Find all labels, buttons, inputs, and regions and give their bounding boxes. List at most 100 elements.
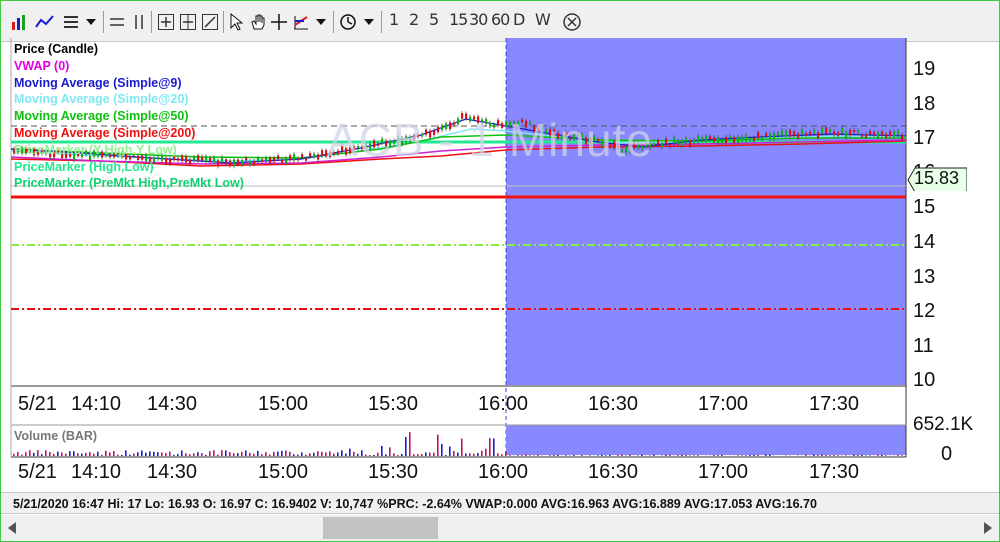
afterhours-shade-price (506, 38, 906, 385)
candle (797, 133, 800, 139)
legend-label: Price (Candle) (14, 42, 99, 56)
candle (285, 157, 288, 164)
volume-bar (817, 454, 819, 456)
volume-bar (41, 454, 43, 456)
volume-bar (289, 451, 291, 456)
candle (749, 138, 752, 141)
volume-bar (621, 454, 623, 456)
legend-ma200[interactable]: Moving Average (Simple@200) (14, 125, 244, 142)
volume-bar (85, 452, 87, 456)
candle (809, 131, 812, 135)
y-tick: 12 (913, 300, 936, 322)
volume-bar (257, 450, 259, 456)
x-tick: 16:30 (588, 461, 639, 483)
volume-bar (885, 455, 887, 456)
volume-bar (445, 454, 447, 456)
candle (729, 135, 732, 139)
candle (293, 154, 296, 161)
volume-bar (693, 455, 695, 456)
volume-bar (749, 454, 751, 456)
legend-label: Moving Average (Simple@20) (14, 92, 189, 107)
legend-ma20[interactable]: Moving Average (Simple@20) (14, 91, 244, 108)
candle (681, 140, 684, 147)
volume-bar (517, 455, 519, 456)
candle (897, 130, 900, 135)
status-bar: 5/21/2020 16:47 Hi: 17 Lo: 16.93 O: 16.9… (1, 492, 999, 514)
scroll-left-icon[interactable] (3, 518, 23, 538)
candle (801, 129, 804, 135)
volume-bar (89, 452, 91, 456)
legend-price[interactable]: Price (Candle) (14, 41, 244, 58)
volume-bar (137, 452, 139, 456)
volume-bar (389, 447, 391, 456)
volume-bar (221, 450, 223, 456)
volume-bar (441, 444, 443, 456)
horizontal-scrollbar[interactable] (1, 515, 999, 541)
volume-bar (437, 434, 439, 456)
volume-bar (161, 452, 163, 456)
volume-max-tick: 652.1K (913, 414, 974, 435)
legend-premkt-high-low[interactable]: PriceMarker (PreMkt High,PreMkt Low) (14, 175, 244, 192)
volume-bar (33, 452, 35, 456)
volume-bar (493, 438, 495, 456)
volume-bar (73, 451, 75, 456)
volume-bar (341, 450, 343, 456)
volume-bar (461, 438, 463, 456)
scrollbar-thumb[interactable] (323, 517, 438, 539)
volume-bar (337, 452, 339, 456)
volume-bar (641, 454, 643, 456)
volume-bar (741, 455, 743, 456)
volume-bar (361, 450, 363, 456)
legend-high-low[interactable]: PriceMarker (High,Low) (14, 159, 244, 176)
x-tick: 17:30 (809, 393, 860, 415)
volume-bar (125, 450, 127, 456)
volume-bar (833, 454, 835, 456)
candle (265, 157, 268, 161)
candle (713, 137, 716, 142)
candle (253, 160, 256, 165)
volume-bar (129, 454, 131, 456)
candle (273, 157, 276, 162)
volume-bar (829, 455, 831, 456)
volume-bar (549, 455, 551, 456)
legend-ma9[interactable]: Moving Average (Simple@9) (14, 75, 244, 92)
y-tick: 13 (913, 266, 936, 288)
scroll-right-icon[interactable] (977, 518, 997, 538)
candle (761, 137, 764, 140)
volume-bar (877, 454, 879, 456)
candle (277, 155, 280, 160)
candle (877, 132, 880, 138)
legend-label: PriceMarker (PreMkt High,PreMkt Low) (14, 176, 244, 191)
candle (701, 137, 704, 141)
candle (297, 158, 300, 161)
volume-bar (901, 455, 903, 456)
volume-bar (869, 455, 871, 456)
legend-label: VWAP (0) (14, 58, 70, 73)
volume-bar (173, 454, 175, 456)
volume-bar (401, 453, 403, 456)
legend-label: PriceMarker (Y High,Y Low) (14, 142, 177, 157)
volume-bar (177, 454, 179, 456)
volume-bar (169, 451, 171, 456)
volume-bar (525, 454, 527, 456)
volume-bar (745, 455, 747, 456)
volume-bar (29, 450, 31, 456)
volume-bar (813, 454, 815, 456)
candle (653, 143, 656, 146)
volume-bar (225, 450, 227, 456)
candle (245, 157, 248, 161)
volume-bar (349, 448, 351, 456)
volume-bar (233, 453, 235, 456)
legend-ma50[interactable]: Moving Average (Simple@50) (14, 108, 244, 125)
legend-y-high-low[interactable]: PriceMarker (Y High,Y Low) (14, 142, 244, 159)
chart-legend: Price (Candle) VWAP (0) Moving Average (… (14, 41, 244, 192)
candle (889, 131, 892, 137)
volume-bar (269, 454, 271, 456)
volume-bar (309, 453, 311, 456)
volume-bar (637, 455, 639, 456)
legend-vwap[interactable]: VWAP (0) (14, 58, 244, 75)
volume-bar (133, 453, 135, 456)
volume-bar (853, 454, 855, 456)
volume-bar (49, 451, 51, 456)
volume-bar (141, 450, 143, 456)
